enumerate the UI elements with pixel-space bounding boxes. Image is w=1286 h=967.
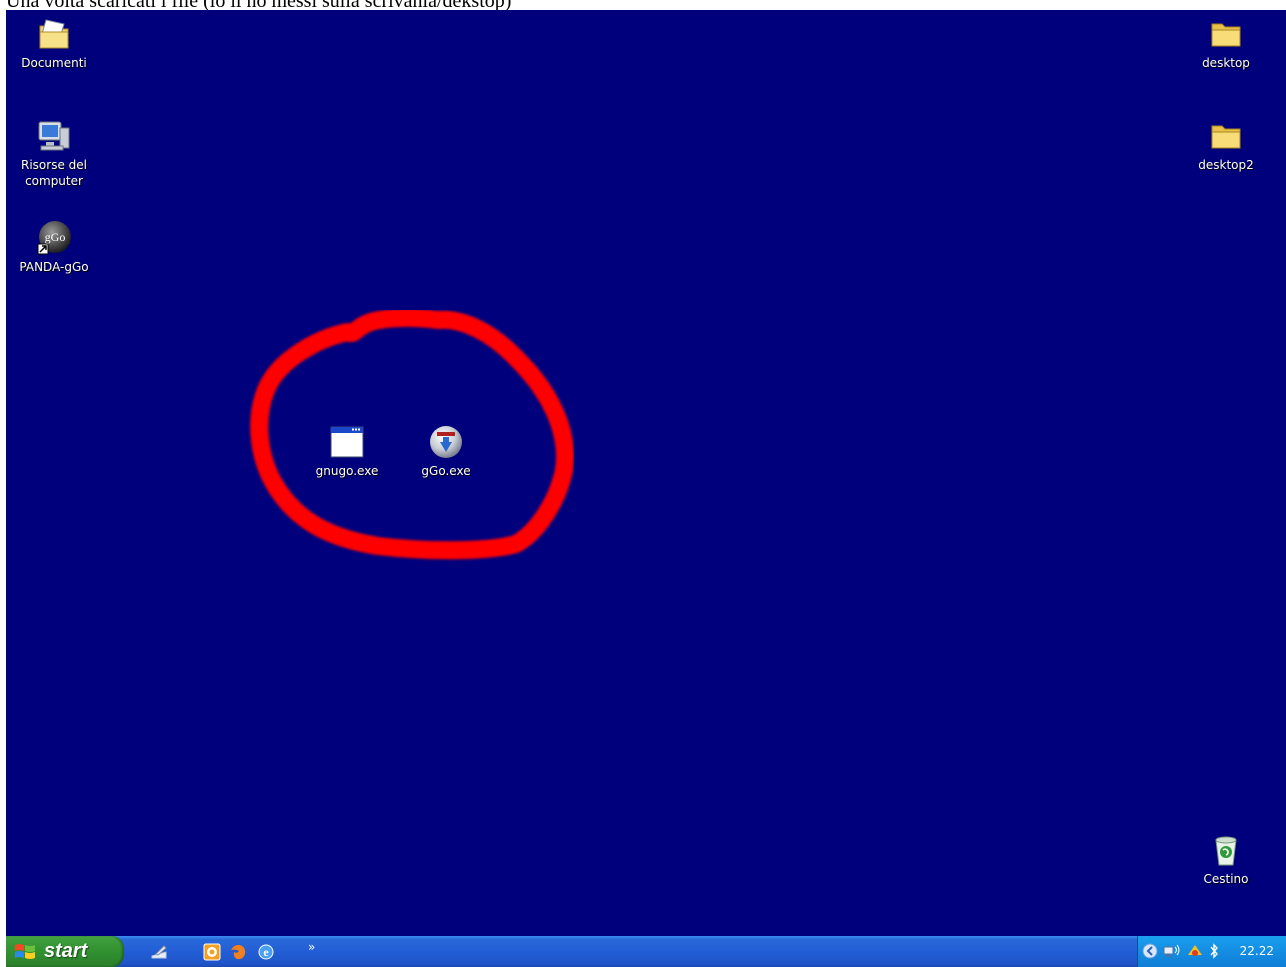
internet-explorer-icon[interactable]: e <box>256 942 276 962</box>
security-icon[interactable] <box>1186 943 1204 959</box>
desktop-icon-desktop2-folder[interactable]: desktop2 <box>1186 118 1266 173</box>
tray-expand-icon[interactable] <box>1142 943 1158 959</box>
desktop-icon-ggo-exe[interactable]: gGo.exe <box>406 424 486 479</box>
firefox-icon[interactable] <box>228 942 248 962</box>
quick-launch-overflow[interactable]: » <box>308 940 315 954</box>
bluetooth-icon[interactable] <box>1208 943 1220 959</box>
svg-text:e: e <box>263 945 269 959</box>
desktop-icon-gnugo-exe[interactable]: gnugo.exe <box>307 424 387 479</box>
desktop-icon-cestino[interactable]: Cestino <box>1186 832 1266 887</box>
desktop-icon-label: desktop <box>1202 56 1250 70</box>
show-desktop-icon[interactable] <box>150 942 170 962</box>
media-player-icon[interactable] <box>202 942 222 962</box>
ggo-installer-icon <box>428 424 464 460</box>
recycle-bin-icon <box>1208 832 1244 868</box>
taskbar: start e » 22.22 <box>6 936 1286 967</box>
desktop-icon-label: Documenti <box>21 56 87 70</box>
desktop-icon-label: desktop2 <box>1198 158 1254 172</box>
desktop-icon-documenti[interactable]: Documenti <box>14 16 94 71</box>
desktop[interactable]: Documenti Risorse del computer gGo PANDA… <box>6 10 1286 936</box>
folder-icon <box>1208 118 1244 154</box>
system-tray: 22.22 <box>1137 936 1286 967</box>
desktop-icon-label: gnugo.exe <box>315 464 379 478</box>
windows-logo-icon <box>14 942 36 962</box>
desktop-icon-risorse-computer[interactable]: Risorse del computer <box>14 118 94 189</box>
application-window-icon <box>329 424 365 460</box>
my-documents-icon <box>36 16 72 52</box>
folder-icon <box>1208 16 1244 52</box>
my-computer-icon <box>36 118 72 154</box>
start-label: start <box>44 940 88 962</box>
desktop-icon-desktop-folder[interactable]: desktop <box>1186 16 1266 71</box>
clock[interactable]: 22.22 <box>1240 944 1274 958</box>
ggo-glyph: gGo <box>45 230 66 244</box>
desktop-icon-label: Risorse del computer <box>21 158 87 188</box>
desktop-icon-label: gGo.exe <box>421 464 471 478</box>
desktop-icon-label: PANDA-gGo <box>19 260 89 274</box>
network-icon[interactable] <box>1162 943 1182 959</box>
start-button[interactable]: start <box>6 936 124 967</box>
desktop-icon-label: Cestino <box>1203 872 1249 886</box>
ggo-shortcut-icon: gGo <box>36 220 72 256</box>
desktop-icon-panda-ggo[interactable]: gGo PANDA-gGo <box>14 220 94 275</box>
